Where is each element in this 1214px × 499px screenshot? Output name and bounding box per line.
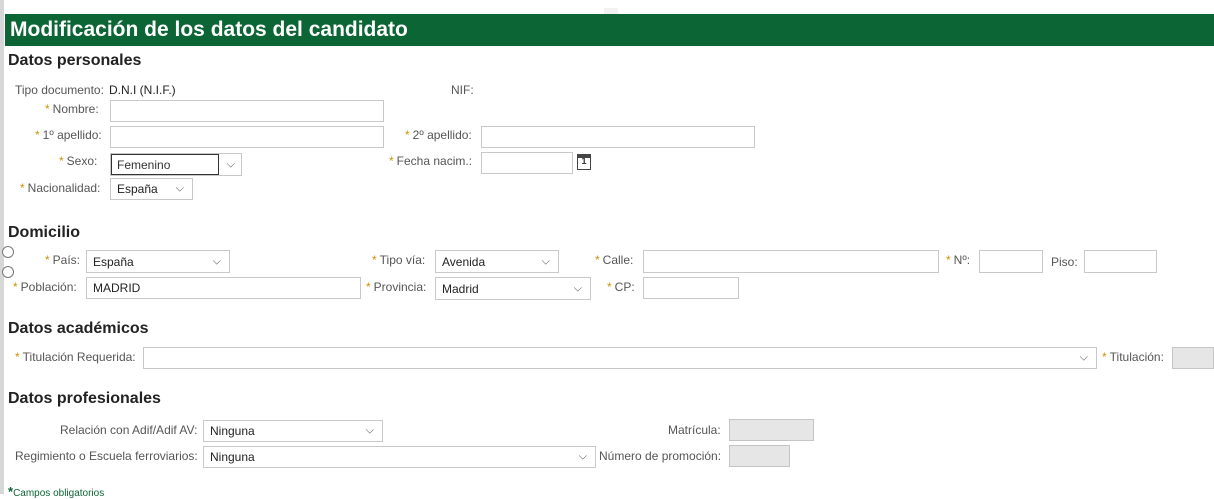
titulacion-input[interactable] (1172, 347, 1214, 369)
nombre-label: * Nombre: (45, 102, 99, 116)
required-marker: * (405, 128, 410, 142)
relacion-adif-value: Ninguna (210, 424, 255, 438)
apellido2-input[interactable] (481, 126, 755, 148)
chevron-down-icon: ⌵ (578, 450, 587, 463)
matricula-input[interactable] (729, 419, 814, 441)
titulacion-requerida-label: * Titulación Requerida: (15, 350, 136, 364)
sexo-select[interactable]: Femenino ⌵ (110, 153, 242, 176)
section-title-profesionales: Datos profesionales (8, 390, 161, 407)
relacion-adif-label: Relación con Adif/Adif AV: (60, 423, 198, 437)
piso-input[interactable] (1084, 250, 1157, 273)
calle-input[interactable] (643, 250, 939, 273)
tipo-documento-value: D.N.I (N.I.F.) (109, 83, 176, 97)
tipo-via-select[interactable]: Avenida ⌵ (435, 250, 559, 273)
tipo-documento-label: Tipo documento: (15, 83, 104, 97)
provincia-select[interactable]: Madrid ⌵ (435, 277, 591, 300)
pais-select[interactable]: España ⌵ (86, 250, 230, 273)
chevron-down-icon: ⌵ (175, 182, 184, 195)
required-marker: * (607, 280, 612, 294)
apellido2-label: * 2º apellido: (405, 128, 472, 142)
numero-promocion-label: Número de promoción: (599, 449, 722, 463)
section-title-academicos: Datos académicos (8, 320, 149, 337)
tipo-via-label: * Tipo vía: (372, 253, 426, 267)
sexo-select-value: Femenino (111, 154, 219, 175)
apellido1-input[interactable] (110, 126, 384, 148)
chevron-down-icon: ⌵ (541, 255, 550, 267)
required-marker: * (366, 280, 371, 294)
provincia-value: Madrid (442, 281, 479, 296)
calendar-icon[interactable]: 1 (577, 154, 591, 170)
regimiento-value: Ninguna (210, 450, 255, 464)
required-marker: * (595, 253, 600, 267)
required-marker: * (15, 350, 20, 364)
pais-value: España (93, 254, 134, 269)
required-marker: * (1102, 350, 1107, 364)
piso-label: Piso: (1051, 255, 1078, 269)
chevron-down-icon: ⌵ (573, 282, 582, 294)
nombre-input[interactable] (110, 100, 384, 122)
required-marker: * (372, 253, 377, 267)
chevron-down-icon: ⌵ (1079, 351, 1088, 364)
titulacion-requerida-select[interactable]: ⌵ (143, 347, 1097, 369)
required-marker: * (59, 154, 64, 168)
sexo-label: * Sexo: (59, 154, 98, 168)
required-marker: * (20, 181, 25, 195)
numero-promocion-input[interactable] (729, 445, 790, 467)
titulacion-label: * Titulación: (1102, 350, 1164, 364)
required-marker: * (389, 154, 394, 168)
cp-label: * CP: (607, 280, 635, 294)
required-marker: * (946, 253, 951, 267)
relacion-adif-select[interactable]: Ninguna ⌵ (203, 420, 383, 442)
required-marker: * (35, 128, 40, 142)
chevron-down-icon: ⌵ (212, 255, 221, 267)
nacionalidad-select[interactable]: España ⌵ (110, 178, 193, 200)
poblacion-input[interactable] (86, 277, 361, 299)
matricula-label: Matrícula: (668, 423, 721, 437)
numero-input[interactable] (979, 250, 1043, 273)
tipo-via-value: Avenida (442, 254, 486, 269)
required-marker: * (45, 102, 50, 116)
nacionalidad-label: * Nacionalidad: (20, 181, 101, 195)
chevron-down-icon: ⌵ (226, 158, 235, 170)
required-marker: * (13, 280, 18, 294)
cp-input[interactable] (643, 277, 739, 299)
nif-label: NIF: (451, 83, 474, 97)
required-marker: * (45, 253, 50, 267)
page-title: Modificación de los datos del candidato (10, 18, 408, 41)
calle-label: * Calle: (595, 253, 634, 267)
fecha-nacimiento-input[interactable] (481, 152, 573, 174)
numero-label: * Nº: (946, 253, 971, 267)
address-radio-2[interactable] (2, 266, 14, 278)
pais-label: * País: (45, 253, 81, 267)
section-title-domicilio: Domicilio (8, 224, 81, 241)
fecha-nacimiento-label: * Fecha nacim.: (389, 154, 473, 168)
chevron-down-icon: ⌵ (365, 424, 374, 437)
section-title-personal: Datos personales (8, 52, 142, 69)
poblacion-label: * Población: (13, 280, 77, 294)
page-header: Modificación de los datos del candidato (5, 14, 1214, 46)
required-fields-note: *Campos obligatorios (8, 484, 105, 499)
provincia-label: * Provincia: (366, 280, 427, 294)
address-radio-1[interactable] (2, 246, 14, 258)
nacionalidad-value: España (117, 182, 158, 196)
regimiento-label: Regimiento o Escuela ferroviarios: (15, 449, 198, 463)
apellido1-label: * 1º apellido: (35, 128, 102, 142)
regimiento-select[interactable]: Ninguna ⌵ (203, 446, 596, 468)
